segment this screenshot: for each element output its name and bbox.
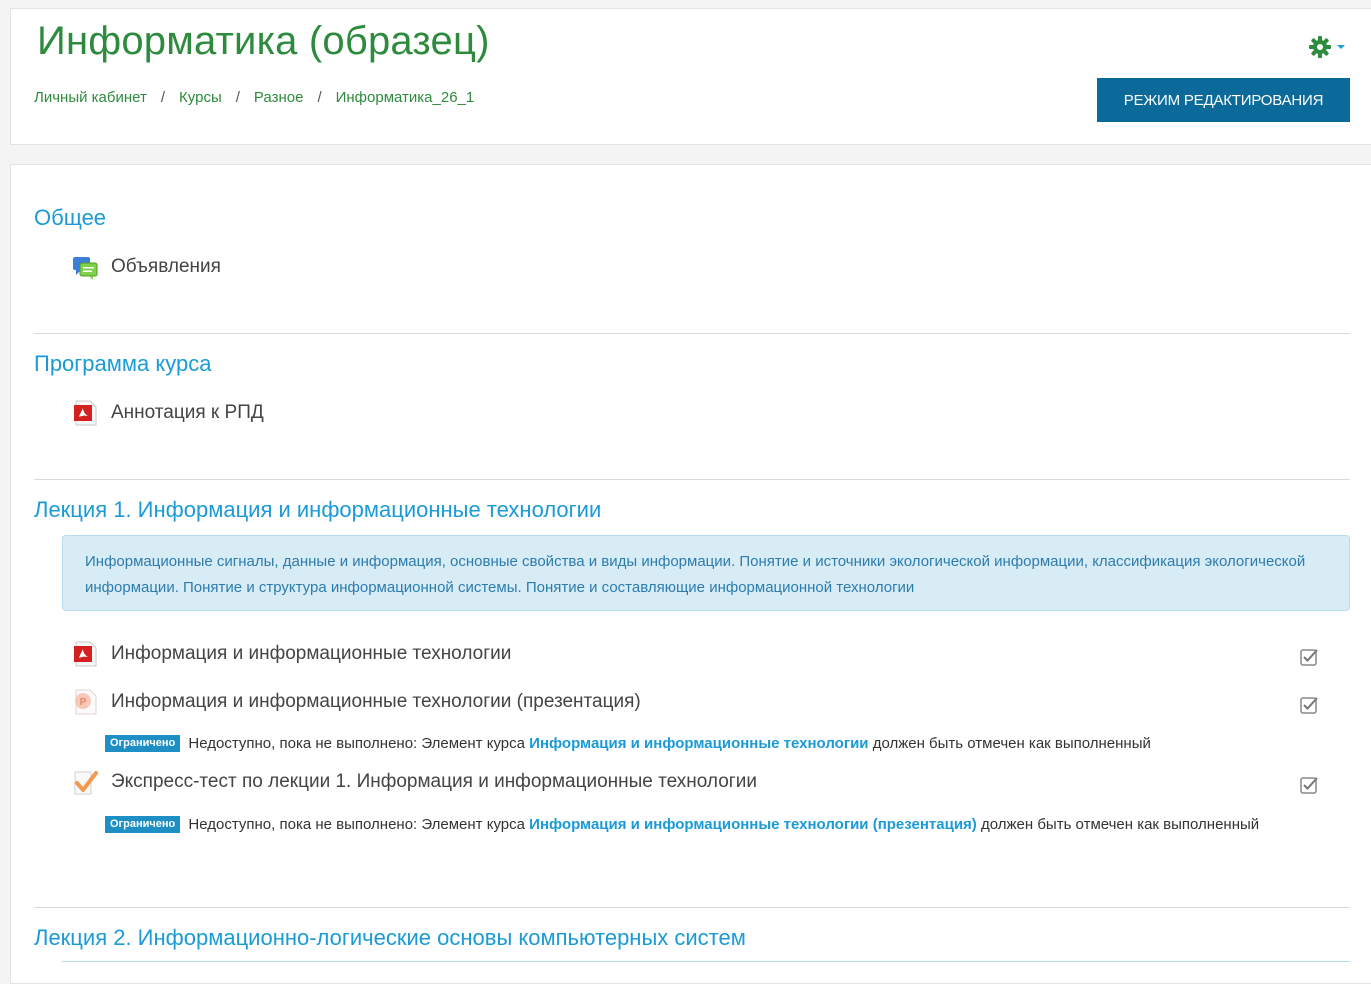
page-title: Информатика (образец) (37, 19, 490, 63)
activity-label: Аннотация к РПД (111, 402, 264, 423)
caret-down-icon[interactable] (1336, 43, 1346, 51)
activity-quiz[interactable]: Экспресс-тест по лекции 1. Информация и … (71, 768, 757, 796)
breadcrumb: Личный кабинет / Курсы / Разное / Информ… (34, 89, 474, 106)
restriction-prefix: Недоступно, пока не выполнено: Элемент к… (188, 816, 525, 833)
breadcrumb-dashboard[interactable]: Личный кабинет (34, 89, 147, 106)
section-summary: Информационные сигналы, данные и информа… (62, 535, 1350, 611)
restriction-link[interactable]: Информация и информационные технологии (529, 735, 868, 752)
course-content: Общее Объявления Программа курса Аннотац… (10, 164, 1371, 984)
course-header: Информатика (образец) Личный кабинет / К… (10, 8, 1371, 145)
activity-label: Информация и информационные технологии (… (111, 691, 641, 712)
activity-label: Информация и информационные технологии (111, 643, 512, 664)
breadcrumb-separator: / (160, 89, 166, 106)
settings-menu[interactable] (1308, 35, 1346, 59)
restricted-badge: Ограничено (105, 816, 181, 833)
edit-mode-button[interactable]: РЕЖИМ РЕДАКТИРОВАНИЯ (1097, 78, 1350, 122)
section-divider (34, 333, 1350, 334)
restriction-prefix: Недоступно, пока не выполнено: Элемент к… (188, 735, 525, 752)
section-title[interactable]: Лекция 2. Информационно-логические основ… (34, 925, 1350, 951)
completion-checkbox-icon[interactable] (1299, 695, 1319, 715)
activity-presentation[interactable]: P Информация и информационные технологии… (71, 688, 641, 716)
restriction-suffix: должен быть отмечен как выполненный (980, 816, 1260, 833)
section-program: Программа курса (34, 351, 1350, 377)
restriction-link[interactable]: Информация и информационные технологии (… (529, 816, 977, 833)
pdf-icon (71, 640, 99, 668)
quiz-icon (71, 768, 99, 796)
activity-label: Экспресс-тест по лекции 1. Информация и … (111, 771, 757, 792)
completion-checkbox-icon[interactable] (1299, 775, 1319, 795)
section-general: Общее (34, 205, 1350, 231)
section-lecture-1: Лекция 1. Информация и информационные те… (34, 497, 1350, 523)
presentation-icon: P (71, 688, 99, 716)
restriction-info: Ограничено Недоступно, пока не выполнено… (105, 813, 1285, 837)
section-divider (34, 479, 1350, 480)
section-title[interactable]: Общее (34, 205, 1350, 231)
section-lecture-2: Лекция 2. Информационно-логические основ… (34, 925, 1350, 951)
restricted-badge: Ограничено (105, 735, 181, 752)
breadcrumb-courses[interactable]: Курсы (179, 89, 222, 106)
svg-text:P: P (80, 697, 87, 708)
pdf-icon (71, 399, 99, 427)
section-divider (34, 907, 1350, 908)
activity-annotation[interactable]: Аннотация к РПД (71, 399, 264, 427)
activity-forum[interactable]: Объявления (71, 253, 221, 281)
activity-lecture-pdf[interactable]: Информация и информационные технологии (71, 640, 511, 668)
forum-icon (71, 253, 99, 281)
activity-label: Объявления (111, 256, 221, 277)
completion-checkbox-icon[interactable] (1299, 647, 1319, 667)
restriction-info: Ограничено Недоступно, пока не выполнено… (105, 732, 1285, 756)
section-title[interactable]: Лекция 1. Информация и информационные те… (34, 497, 1350, 523)
breadcrumb-separator: / (317, 89, 322, 106)
breadcrumb-category[interactable]: Разное (254, 89, 304, 106)
gear-icon[interactable] (1308, 35, 1332, 59)
section-title[interactable]: Программа курса (34, 351, 1350, 377)
breadcrumb-course[interactable]: Информатика_26_1 (336, 89, 475, 106)
breadcrumb-separator: / (235, 89, 240, 106)
restriction-suffix: должен быть отмечен как выполненный (872, 735, 1151, 752)
